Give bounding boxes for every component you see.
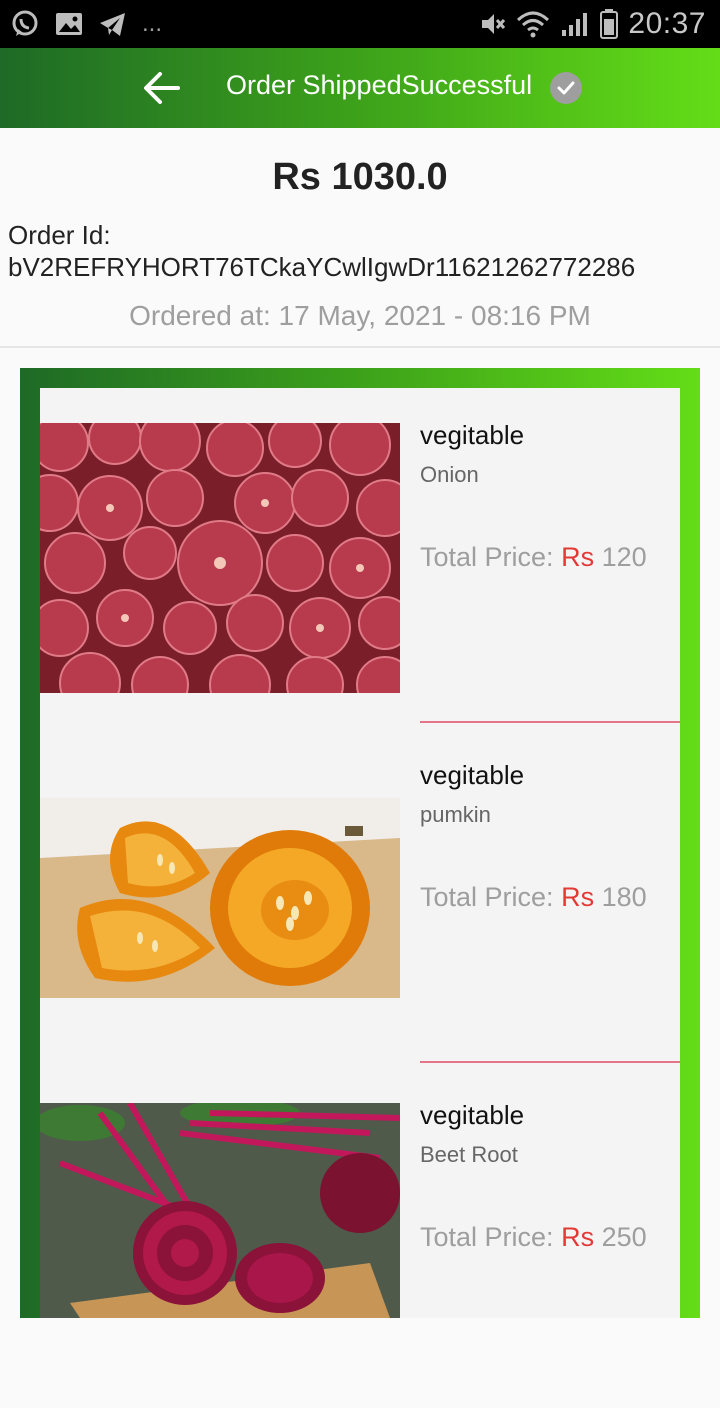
mute-icon bbox=[482, 14, 506, 34]
order-id-label: Order Id: bbox=[8, 220, 111, 250]
status-right: 20:37 bbox=[478, 6, 706, 42]
price-label: Total Price: bbox=[420, 1222, 554, 1252]
wifi-icon bbox=[517, 11, 550, 38]
image-icon bbox=[56, 13, 82, 35]
price-value: 120 bbox=[601, 542, 647, 572]
signal-icon bbox=[562, 13, 588, 36]
item-price: Total Price: Rs 180 bbox=[420, 882, 647, 913]
pumpkin-photo bbox=[40, 798, 400, 998]
price-label: Total Price: bbox=[420, 542, 554, 572]
item-price: Total Price: Rs 250 bbox=[420, 1222, 647, 1253]
divider bbox=[0, 346, 720, 348]
battery-icon bbox=[600, 9, 619, 39]
item-name: Beet Root bbox=[420, 1142, 518, 1167]
item-price: Total Price: Rs 120 bbox=[420, 542, 647, 573]
status-more: ... bbox=[142, 10, 163, 37]
item-name: Onion bbox=[420, 462, 479, 487]
price-label: Total Price: bbox=[420, 882, 554, 912]
ordered-at: Ordered at: 17 May, 2021 - 08:16 PM bbox=[129, 300, 591, 331]
list-item[interactable]: vegitable pumkin Total Price: Rs 180 bbox=[40, 728, 680, 1068]
item-category: vegitable bbox=[420, 760, 525, 790]
list-item[interactable]: vegitable Onion Total Price: Rs 120 bbox=[40, 388, 680, 728]
onion-photo bbox=[40, 423, 400, 693]
status-left: ... bbox=[10, 8, 162, 40]
list-item[interactable]: vegitable Beet Root Total Price: Rs 250 bbox=[40, 1068, 680, 1408]
order-id-value: bV2REFRYHORT76TCkaYCwlIgwDr1162126277228… bbox=[8, 252, 636, 282]
status-time: 20:37 bbox=[628, 7, 706, 40]
item-divider bbox=[420, 1061, 680, 1063]
check-circle-icon bbox=[550, 72, 582, 104]
price-currency: Rs bbox=[561, 542, 595, 572]
item-divider bbox=[420, 721, 680, 723]
item-category: vegitable bbox=[420, 1100, 525, 1130]
page-title: Order ShippedSuccessful bbox=[226, 70, 533, 100]
app-bar: Order ShippedSuccessful bbox=[0, 48, 720, 128]
status-bar: ... 20:37 bbox=[0, 0, 720, 48]
arrow-left-icon bbox=[144, 72, 180, 104]
price-currency: Rs bbox=[561, 882, 595, 912]
beetroot-photo bbox=[40, 1103, 400, 1318]
back-button[interactable] bbox=[140, 68, 184, 108]
telegram-icon bbox=[100, 13, 125, 36]
item-name: pumkin bbox=[420, 802, 491, 827]
item-category: vegitable bbox=[420, 420, 525, 450]
whatsapp-icon bbox=[12, 10, 38, 36]
order-total: Rs 1030.0 bbox=[272, 156, 448, 198]
items-list: vegitable Onion Total Price: Rs 120 vegi… bbox=[40, 388, 680, 1318]
price-value: 180 bbox=[601, 882, 647, 912]
price-currency: Rs bbox=[561, 1222, 595, 1252]
price-value: 250 bbox=[601, 1222, 647, 1252]
